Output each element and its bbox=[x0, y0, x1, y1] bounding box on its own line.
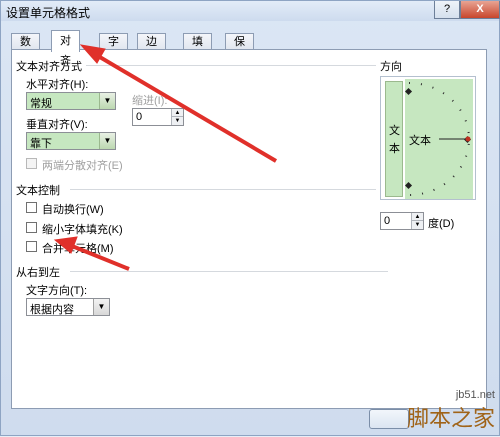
help-button[interactable]: ? bbox=[434, 1, 460, 19]
window-title: 设置单元格格式 bbox=[6, 6, 91, 20]
shrink-to-fit-label: 缩小字体填充(K) bbox=[42, 224, 123, 236]
alignment-panel: 文本对齐方式 水平对齐(H): 常规 ▼ 缩进(I): 0 ▲ ▼ 垂直对齐(V… bbox=[11, 49, 487, 409]
spin-up-icon[interactable]: ▲ bbox=[411, 213, 423, 221]
rtl-section-title: 从右到左 bbox=[16, 267, 60, 279]
watermark: jb51.net 脚本之家 bbox=[407, 389, 495, 433]
vertical-text-char-1: 文 bbox=[389, 125, 400, 137]
text-direction-select[interactable]: 根据内容 ▼ bbox=[26, 298, 110, 316]
spin-down-icon[interactable]: ▼ bbox=[411, 221, 423, 229]
wrap-text-label: 自动换行(W) bbox=[42, 204, 104, 216]
section-divider bbox=[86, 65, 376, 66]
indent-spinner[interactable]: 0 ▲ ▼ bbox=[132, 108, 184, 126]
section-divider bbox=[70, 271, 388, 272]
degrees-value: 0 bbox=[384, 215, 391, 227]
orientation-box: 文 本 文本 bbox=[380, 76, 476, 200]
spin-up-icon[interactable]: ▲ bbox=[171, 109, 183, 117]
justify-distributed-checkbox[interactable] bbox=[26, 158, 37, 169]
watermark-name: 脚本之家 bbox=[406, 407, 495, 432]
title-bar[interactable]: 设置单元格格式 ? X bbox=[1, 1, 500, 21]
vertical-text-char-2: 本 bbox=[389, 143, 400, 155]
merge-cells-label: 合并单元格(M) bbox=[42, 243, 114, 255]
orientation-title: 方向 bbox=[380, 61, 402, 73]
dial-text: 文本 bbox=[409, 135, 431, 147]
merge-cells-checkbox[interactable] bbox=[26, 241, 37, 252]
chevron-down-icon[interactable]: ▼ bbox=[99, 93, 115, 109]
chevron-down-icon[interactable]: ▼ bbox=[99, 133, 115, 149]
chevron-down-icon[interactable]: ▼ bbox=[93, 299, 109, 315]
orientation-dial[interactable]: 文本 bbox=[405, 79, 473, 199]
format-cells-dialog: 设置单元格格式 ? X 数字 对齐 字体 边框 填充 保护 文本对齐方式 水平对… bbox=[0, 0, 500, 436]
wrap-text-checkbox[interactable] bbox=[26, 202, 37, 213]
text-direction-label: 文字方向(T): bbox=[26, 285, 88, 297]
horizontal-alignment-select[interactable]: 常规 ▼ bbox=[26, 92, 116, 110]
vertical-alignment-value: 靠下 bbox=[30, 138, 52, 150]
horizontal-alignment-value: 常规 bbox=[30, 98, 52, 110]
vertical-alignment-label: 垂直对齐(V): bbox=[26, 119, 88, 131]
justify-distributed-label: 两端分散对齐(E) bbox=[42, 160, 123, 172]
text-direction-value: 根据内容 bbox=[30, 304, 74, 316]
section-divider bbox=[70, 189, 376, 190]
close-button[interactable]: X bbox=[460, 1, 500, 19]
dialog-client: 数字 对齐 字体 边框 填充 保护 文本对齐方式 水平对齐(H): 常规 ▼ 缩… bbox=[7, 27, 493, 431]
degrees-spinner[interactable]: 0 ▲ ▼ bbox=[380, 212, 424, 230]
watermark-site: jb51.net bbox=[455, 389, 495, 401]
tab-alignment[interactable]: 对齐 bbox=[51, 30, 80, 67]
vertical-alignment-select[interactable]: 靠下 ▼ bbox=[26, 132, 116, 150]
spin-down-icon[interactable]: ▼ bbox=[171, 117, 183, 125]
indent-value: 0 bbox=[136, 111, 143, 123]
degrees-label: 度(D) bbox=[428, 218, 455, 230]
ok-button[interactable] bbox=[369, 409, 409, 429]
horizontal-alignment-label: 水平对齐(H): bbox=[26, 79, 89, 91]
vertical-text-button[interactable]: 文 本 bbox=[385, 81, 403, 197]
shrink-to-fit-checkbox[interactable] bbox=[26, 222, 37, 233]
text-control-section-title: 文本控制 bbox=[16, 185, 60, 197]
indent-label: 缩进(I): bbox=[132, 95, 168, 107]
text-alignment-section-title: 文本对齐方式 bbox=[16, 61, 82, 73]
